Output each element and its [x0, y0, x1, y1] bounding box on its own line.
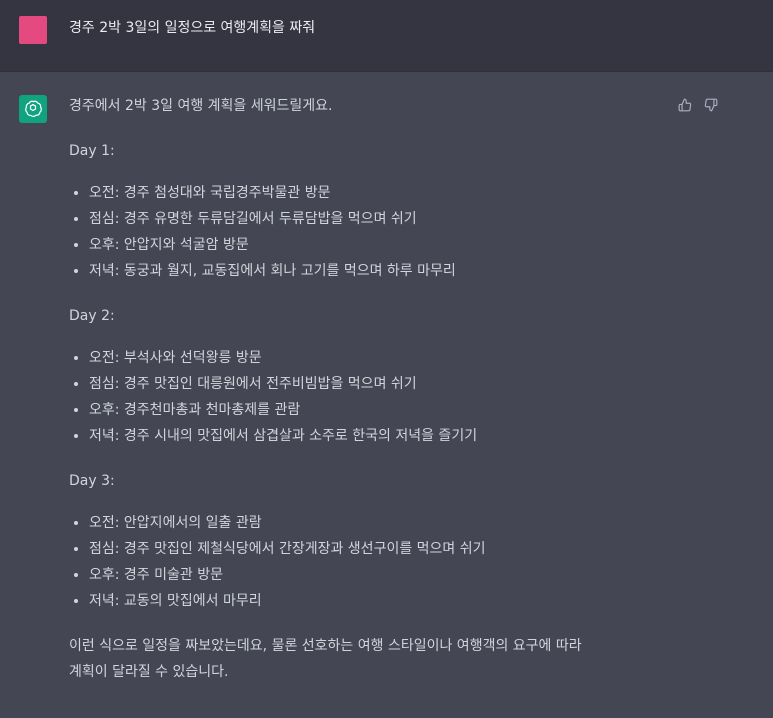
day-1-heading: Day 1: — [69, 143, 115, 159]
list-item: 오전: 부석사와 선덕왕릉 방문 — [69, 349, 477, 375]
thumbs-up-icon[interactable] — [677, 97, 693, 113]
list-item: 점심: 경주 맛집인 제철식당에서 간장게장과 생선구이를 먹으며 쉬기 — [69, 540, 486, 566]
user-message-text: 경주 2박 3일의 일정으로 여행계획을 짜줘 — [69, 20, 316, 36]
list-item: 오후: 경주 미술관 방문 — [69, 566, 486, 592]
list-item: 점심: 경주 맛집인 대릉원에서 전주비빔밥을 먹으며 쉬기 — [69, 375, 477, 401]
day-3-list: 오전: 안압지에서의 일출 관람 점심: 경주 맛집인 제철식당에서 간장게장과… — [69, 514, 486, 618]
list-item: 오후: 경주천마총과 천마총제를 관람 — [69, 401, 477, 427]
day-2-heading: Day 2: — [69, 308, 115, 324]
outro-line-2: 계획이 달라질 수 있습니다. — [69, 664, 229, 680]
user-message-row: 경주 2박 3일의 일정으로 여행계획을 짜줘 — [0, 0, 773, 72]
list-item: 저녁: 동궁과 월지, 교동집에서 회나 고기를 먹으며 하루 마무리 — [69, 262, 456, 288]
user-avatar — [19, 16, 47, 44]
day-3-heading: Day 3: — [69, 473, 115, 489]
list-item: 점심: 경주 유명한 두류담길에서 두류담밥을 먹으며 쉬기 — [69, 210, 456, 236]
day-2-list: 오전: 부석사와 선덕왕릉 방문 점심: 경주 맛집인 대릉원에서 전주비빔밥을… — [69, 349, 477, 453]
list-item: 저녁: 경주 시내의 맛집에서 삼겹살과 소주로 한국의 저녁을 즐기기 — [69, 427, 477, 453]
outro-text: 이런 식으로 일정을 짜보았는데요, 물론 선호하는 여행 스타일이나 여행객의… — [69, 633, 669, 685]
intro-text: 경주에서 2박 3일 여행 계획을 세워드릴게요. — [69, 98, 333, 114]
openai-logo-icon — [19, 95, 47, 123]
day-1-list: 오전: 경주 첨성대와 국립경주박물관 방문 점심: 경주 유명한 두류담길에서… — [69, 184, 456, 288]
list-item: 저녁: 교동의 맛집에서 마무리 — [69, 592, 486, 618]
thumbs-down-icon[interactable] — [703, 97, 719, 113]
list-item: 오전: 안압지에서의 일출 관람 — [69, 514, 486, 540]
outro-line-1: 이런 식으로 일정을 짜보았는데요, 물론 선호하는 여행 스타일이나 여행객의… — [69, 638, 582, 654]
assistant-message-row: 경주에서 2박 3일 여행 계획을 세워드릴게요. Day 1: 오전: 경주 … — [0, 72, 773, 718]
list-item: 오전: 경주 첨성대와 국립경주박물관 방문 — [69, 184, 456, 210]
list-item: 오후: 안압지와 석굴암 방문 — [69, 236, 456, 262]
